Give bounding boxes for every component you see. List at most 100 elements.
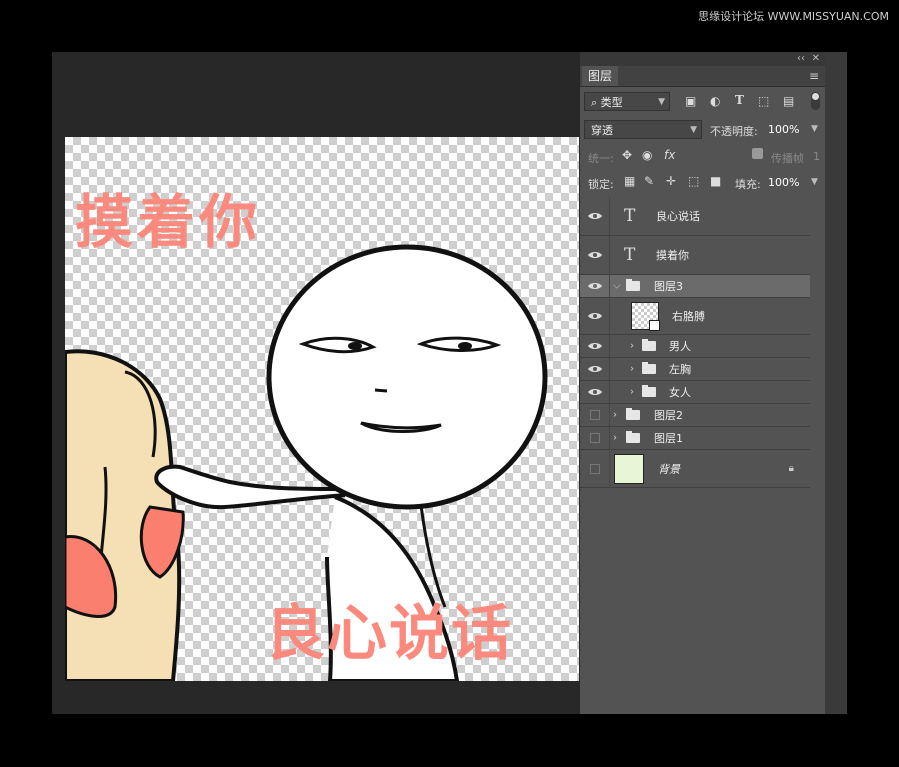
- visibility-toggle[interactable]: [580, 358, 610, 380]
- blend-mode-select[interactable]: 穿透 ▼: [584, 120, 702, 139]
- lock-transparent-icon[interactable]: ▦: [624, 174, 635, 188]
- mask-icon: [649, 320, 660, 331]
- layer-row-group-3[interactable]: ⌵ 图层3: [580, 275, 810, 298]
- lock-all-icon[interactable]: ■: [710, 174, 721, 188]
- layer-name: 右胳膊: [672, 310, 705, 323]
- layer-row-group-man[interactable]: › 男人: [580, 335, 810, 358]
- eye-icon: [588, 366, 602, 372]
- chevron-right-icon[interactable]: ›: [630, 364, 634, 375]
- layer-name: 摸着你: [656, 249, 689, 262]
- artwork-bottom-text: 良心说话: [265, 599, 513, 669]
- pixel-filter-icon[interactable]: ▣: [685, 94, 696, 108]
- lock-position-icon[interactable]: ✛: [666, 174, 676, 188]
- fill-chevron-icon[interactable]: ▼: [811, 177, 818, 187]
- shape-filter-icon[interactable]: ⬚: [758, 94, 769, 108]
- chevron-down-icon: ▼: [658, 97, 665, 107]
- text-layer-icon: T: [624, 206, 636, 226]
- eye-icon: [588, 343, 602, 349]
- layer-name: 左胸: [669, 363, 691, 376]
- filter-kind-select[interactable]: ⌕ 类型 ▼: [584, 92, 670, 111]
- panel-scrollbar[interactable]: [825, 52, 847, 714]
- folder-icon: [626, 408, 640, 420]
- layer-name: 男人: [669, 340, 691, 353]
- layer-row-pixel[interactable]: 右胳膊: [580, 298, 810, 335]
- filter-kind-label: 类型: [600, 96, 623, 109]
- layer-name: 女人: [669, 386, 691, 399]
- chevron-down-icon: ▼: [690, 125, 697, 135]
- tab-layers[interactable]: 图层: [582, 66, 619, 86]
- chevron-right-icon[interactable]: ›: [630, 387, 634, 398]
- layer-row-text-2[interactable]: T 摸着你: [580, 236, 810, 275]
- visibility-toggle[interactable]: [580, 197, 610, 235]
- opacity-value[interactable]: 100%: [768, 123, 799, 136]
- visibility-toggle[interactable]: [580, 275, 610, 297]
- layer-name: 背景: [658, 462, 680, 476]
- layer-name: 良心说话: [656, 210, 700, 223]
- visibility-toggle[interactable]: [580, 381, 610, 403]
- folder-icon: [642, 362, 656, 374]
- filter-toggle[interactable]: [811, 92, 820, 110]
- panel-menu-icon[interactable]: ≡: [809, 69, 819, 83]
- panel-titlebar: ‹‹ ✕: [580, 52, 825, 66]
- eye-icon: [588, 313, 602, 319]
- hidden-checkbox: [590, 410, 600, 420]
- layer-row-background[interactable]: 背景 🔒︎: [580, 450, 810, 488]
- layer-row-group-woman[interactable]: › 女人: [580, 381, 810, 404]
- search-icon: ⌕: [591, 96, 601, 109]
- lock-label: 锁定:: [588, 178, 614, 191]
- lock-icon: 🔒︎: [788, 462, 794, 474]
- unify-style-icon[interactable]: fx: [664, 148, 675, 162]
- folder-icon: [626, 431, 640, 443]
- unify-position-icon[interactable]: ✥: [622, 148, 632, 162]
- propagate-checkbox[interactable]: [752, 148, 763, 159]
- collapse-icon[interactable]: ‹‹: [797, 53, 805, 64]
- layer-list: T 良心说话 T 摸着你 ⌵ 图层3 右胳膊 › 男人 › 左胸 › 女人 › …: [580, 197, 810, 488]
- adjustment-filter-icon[interactable]: ◐: [710, 94, 720, 108]
- chevron-right-icon[interactable]: ›: [630, 341, 634, 352]
- chevron-down-icon[interactable]: ⌵: [613, 281, 621, 292]
- hidden-checkbox: [590, 433, 600, 443]
- layer-row-group-1[interactable]: › 图层1: [580, 427, 810, 450]
- layers-panel: ‹‹ ✕ 图层 ≡ ⌕ 类型 ▼ ▣ ◐ T ⬚ ▤ 穿透 ▼ 不透明度: 10…: [580, 52, 825, 714]
- type-filter-icon[interactable]: T: [735, 93, 744, 107]
- layer-row-group-2[interactable]: › 图层2: [580, 404, 810, 427]
- fill-label: 填充:: [735, 178, 761, 191]
- text-layer-icon: T: [624, 245, 636, 265]
- visibility-toggle[interactable]: [580, 298, 610, 334]
- visibility-toggle[interactable]: [580, 450, 610, 487]
- eye-icon: [588, 283, 602, 289]
- document-canvas[interactable]: 摸着你 良心说话: [65, 137, 579, 681]
- folder-icon: [626, 279, 640, 291]
- propagate-label: 传播帧: [771, 152, 804, 165]
- opacity-chevron-icon[interactable]: ▼: [811, 124, 818, 134]
- background-thumbnail: [614, 453, 644, 484]
- eye-icon: [588, 252, 602, 258]
- layer-row-group-chest[interactable]: › 左胸: [580, 358, 810, 381]
- layer-name: 图层2: [654, 409, 683, 422]
- close-icon[interactable]: ✕: [812, 53, 820, 64]
- hidden-checkbox: [590, 463, 600, 474]
- artwork-top-text: 摸着你: [75, 188, 262, 256]
- chevron-right-icon[interactable]: ›: [613, 410, 617, 421]
- layer-name: 图层1: [654, 432, 683, 445]
- fill-value[interactable]: 100%: [768, 176, 799, 189]
- smart-object-filter-icon[interactable]: ▤: [783, 94, 794, 108]
- layer-row-text-1[interactable]: T 良心说话: [580, 197, 810, 236]
- layer-name: 图层3: [654, 280, 683, 293]
- lock-pixels-brush-icon[interactable]: ✎: [644, 174, 654, 188]
- lock-artboard-icon[interactable]: ⬚: [688, 174, 699, 188]
- visibility-toggle[interactable]: [580, 335, 610, 357]
- blend-mode-value: 穿透: [591, 124, 613, 137]
- layer-thumbnail: [631, 302, 660, 331]
- unify-visibility-icon[interactable]: ◉: [642, 148, 652, 162]
- eye-icon: [588, 389, 602, 395]
- folder-icon: [642, 385, 656, 397]
- panel-tab-row: 图层 ≡: [580, 66, 825, 87]
- eye-icon: [588, 213, 602, 219]
- visibility-toggle[interactable]: [580, 404, 610, 426]
- watermark: 思缘设计论坛 WWW.MISSYUAN.COM: [698, 10, 889, 23]
- chevron-right-icon[interactable]: ›: [613, 433, 617, 444]
- visibility-toggle[interactable]: [580, 427, 610, 449]
- visibility-toggle[interactable]: [580, 236, 610, 274]
- unify-label: 统一:: [588, 152, 614, 165]
